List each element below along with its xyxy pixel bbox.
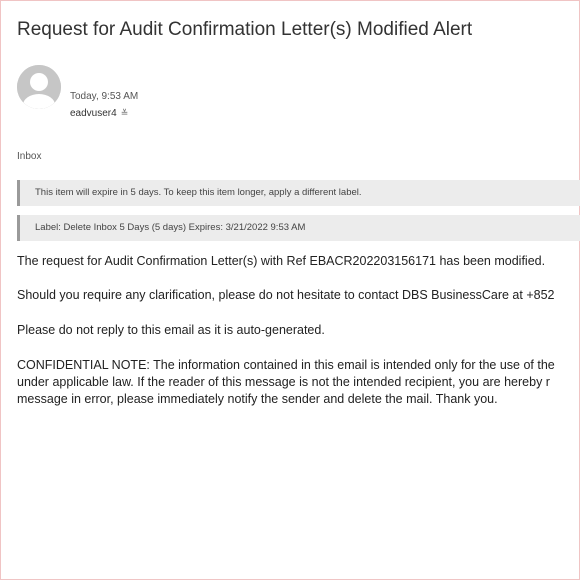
sender-line[interactable]: eadvuser4 ≚ [70, 108, 128, 119]
folder-label: Inbox [17, 151, 42, 162]
person-icon [17, 65, 61, 109]
retention-notice: This item will expire in 5 days. To keep… [17, 180, 580, 206]
body-paragraph: Please do not reply to this email as it … [17, 323, 325, 337]
body-paragraph: Should you require any clarification, pl… [17, 288, 555, 302]
confidential-line: message in error, please immediately not… [17, 392, 498, 406]
expand-details-icon[interactable]: ≚ [121, 108, 129, 118]
sender-avatar[interactable] [17, 65, 61, 109]
email-reading-pane: Request for Audit Confirmation Letter(s)… [0, 0, 580, 580]
retention-label-notice: Label: Delete Inbox 5 Days (5 days) Expi… [17, 215, 580, 241]
confidential-line: CONFIDENTIAL NOTE: The information conta… [17, 358, 555, 372]
received-time: Today, 9:53 AM [70, 91, 139, 102]
body-paragraph: The request for Audit Confirmation Lette… [17, 254, 546, 268]
email-subject: Request for Audit Confirmation Letter(s)… [17, 19, 473, 40]
sender-name[interactable]: eadvuser4 [70, 108, 117, 119]
confidential-line: under applicable law. If the reader of t… [17, 375, 550, 389]
confidential-note: CONFIDENTIAL NOTE: The information conta… [17, 357, 580, 408]
